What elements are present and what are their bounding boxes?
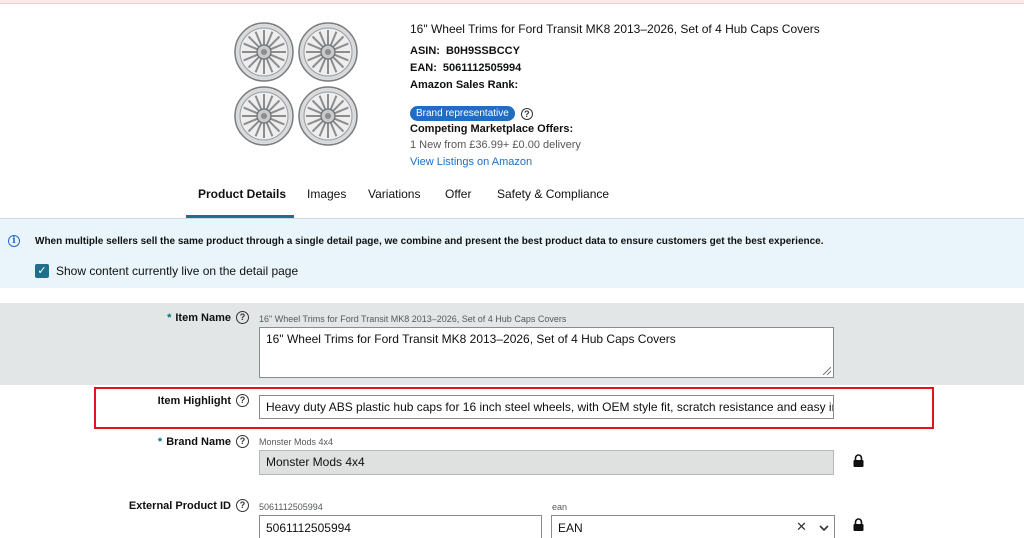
chevron-down-icon[interactable] xyxy=(819,524,829,532)
tab-variations[interactable]: Variations xyxy=(368,187,420,201)
offer-text: 1 New from £36.99+ £0.00 delivery xyxy=(410,139,581,151)
brand-name-input: Monster Mods 4x4 xyxy=(259,450,834,475)
required-marker: * xyxy=(157,436,163,448)
competing-offers-label: Competing Marketplace Offers: xyxy=(410,123,574,135)
brand-name-value: Monster Mods 4x4 xyxy=(266,455,365,469)
lock-icon xyxy=(853,518,864,531)
banner-text: When multiple sellers sell the same prod… xyxy=(35,236,824,247)
show-live-content-label: Show content currently live on the detai… xyxy=(56,264,299,278)
annotation-highlight-box xyxy=(94,387,934,429)
external-id-live-value: 5061112505994 xyxy=(259,502,323,512)
view-listings-link[interactable]: View Listings on Amazon xyxy=(410,156,532,168)
brand-name-label: * Brand Name xyxy=(157,436,231,448)
id-type-value: EAN xyxy=(558,521,583,535)
asin-row: ASIN: B0H9SSBCCY xyxy=(410,45,520,57)
id-type-select[interactable]: EAN xyxy=(551,515,835,538)
tab-images[interactable]: Images xyxy=(307,187,346,201)
help-icon[interactable]: ? xyxy=(520,107,533,120)
tab-offer[interactable]: Offer xyxy=(445,187,471,201)
ean-label: EAN: xyxy=(410,62,437,74)
asin-label: ASIN: xyxy=(410,45,440,57)
brand-name-live-value: Monster Mods 4x4 xyxy=(259,437,334,447)
id-type-live-value: ean xyxy=(552,502,568,512)
required-marker: * xyxy=(167,312,172,324)
lock-icon xyxy=(853,454,864,467)
item-name-live-value: 16" Wheel Trims for Ford Transit MK8 201… xyxy=(259,314,567,324)
item-name-help-icon[interactable]: ? xyxy=(236,311,249,324)
badge-row: Brand representative ? xyxy=(410,106,533,121)
external-id-value: 5061112505994 xyxy=(266,521,351,535)
external-id-help-icon[interactable]: ? xyxy=(236,499,249,512)
ean-row: EAN: 5061112505994 xyxy=(410,62,521,74)
item-name-value: 16" Wheel Trims for Ford Transit MK8 201… xyxy=(266,332,676,346)
info-icon: i xyxy=(8,235,20,247)
external-id-label: External Product ID xyxy=(128,500,231,512)
brand-name-help-icon[interactable]: ? xyxy=(236,435,249,448)
item-name-textarea[interactable]: 16" Wheel Trims for Ford Transit MK8 201… xyxy=(259,327,834,378)
resize-grip-icon[interactable] xyxy=(823,367,831,375)
tab-safety-compliance[interactable]: Safety & Compliance xyxy=(497,187,609,201)
external-id-input[interactable]: 5061112505994 xyxy=(259,515,542,538)
ean-value: 5061112505994 xyxy=(442,62,522,74)
show-live-content-checkbox[interactable]: ✓ xyxy=(35,264,49,278)
product-title: 16" Wheel Trims for Ford Transit MK8 201… xyxy=(410,22,820,36)
top-divider xyxy=(0,0,1024,4)
brand-representative-badge: Brand representative xyxy=(410,106,515,121)
sales-rank-label: Amazon Sales Rank: xyxy=(410,79,519,91)
asin-value: B0H9SSBCCY xyxy=(445,45,520,57)
item-name-label: * Item Name xyxy=(167,312,231,324)
product-image xyxy=(234,22,358,146)
tab-product-details[interactable]: Product Details xyxy=(198,187,286,201)
clear-icon[interactable]: ✕ xyxy=(796,519,807,535)
